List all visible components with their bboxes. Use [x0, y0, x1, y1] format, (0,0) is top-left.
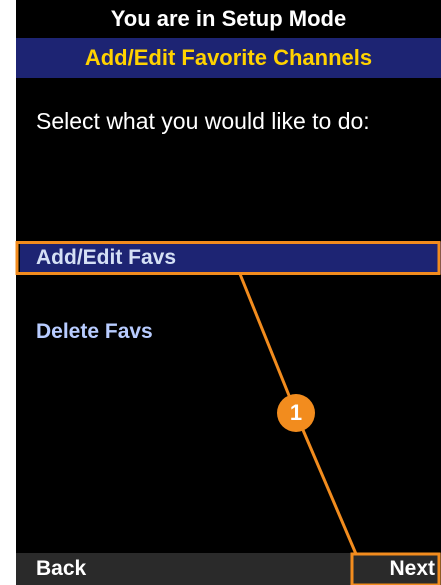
screen-title-bar: Add/Edit Favorite Channels [16, 38, 441, 78]
mode-text: You are in Setup Mode [110, 6, 347, 31]
callout-number: 1 [289, 400, 303, 425]
screen-title: Add/Edit Favorite Channels [84, 45, 373, 70]
menu-item-label: Add/Edit Favs [36, 246, 177, 269]
menu-item-label: Delete Favs [36, 320, 153, 343]
menu-item-add-edit-favs[interactable]: Add/Edit Favs [20, 242, 441, 274]
next-softkey[interactable]: Next [377, 553, 441, 585]
back-softkey[interactable]: Back [36, 553, 86, 585]
next-label: Next [389, 557, 435, 580]
menu-item-delete-favs[interactable]: Delete Favs [20, 316, 441, 348]
instruction-text: Select what you would like to do: [36, 108, 370, 134]
mode-banner: You are in Setup Mode [16, 0, 441, 38]
device-screen: You are in Setup Mode Add/Edit Favorite … [16, 0, 441, 585]
back-label: Back [36, 557, 87, 580]
